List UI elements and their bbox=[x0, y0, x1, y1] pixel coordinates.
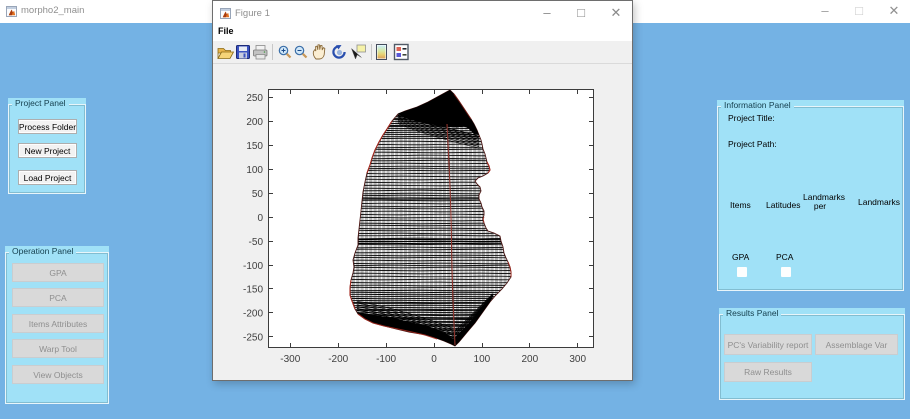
svg-text:0: 0 bbox=[257, 213, 263, 224]
svg-text:300: 300 bbox=[569, 354, 586, 365]
svg-text:-250: -250 bbox=[243, 333, 263, 344]
svg-text:-50: -50 bbox=[249, 237, 264, 248]
svg-text:100: 100 bbox=[474, 354, 491, 365]
svg-text:200: 200 bbox=[521, 354, 538, 365]
svg-text:-200: -200 bbox=[243, 309, 263, 320]
svg-text:200: 200 bbox=[246, 117, 263, 128]
svg-text:-200: -200 bbox=[328, 354, 348, 365]
svg-text:150: 150 bbox=[246, 141, 263, 152]
svg-text:100: 100 bbox=[246, 165, 263, 176]
svg-text:-150: -150 bbox=[243, 285, 263, 296]
svg-text:-100: -100 bbox=[376, 354, 396, 365]
svg-text:50: 50 bbox=[252, 189, 264, 200]
svg-text:-300: -300 bbox=[280, 354, 300, 365]
svg-text:250: 250 bbox=[246, 93, 263, 104]
svg-text:0: 0 bbox=[431, 354, 437, 365]
svg-text:-100: -100 bbox=[243, 261, 263, 272]
